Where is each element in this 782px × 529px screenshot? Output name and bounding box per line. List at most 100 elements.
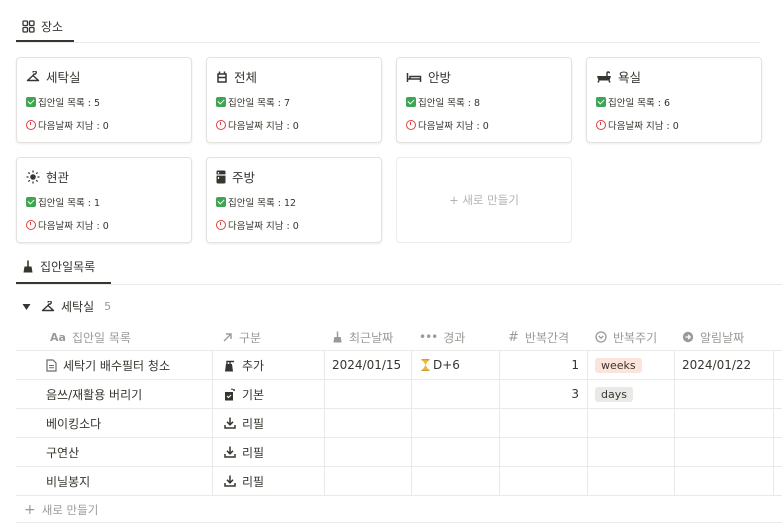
table-row-type[interactable]: 리필 [224, 414, 264, 432]
card-task-count: 집안일 목록 : 1 [38, 198, 101, 209]
group-header[interactable]: 세탁실 5 [22, 298, 111, 315]
col-header-name[interactable]: Aa 집안일 목록 [50, 327, 131, 347]
task-interval[interactable]: 1 [507, 356, 579, 374]
table-bottom-divider [16, 522, 782, 523]
task-name[interactable]: 구연산 [46, 443, 79, 461]
new-row-button[interactable]: + 새로 만들기 [24, 502, 98, 518]
task-name[interactable]: 음쓰/재활용 버리기 [46, 385, 142, 403]
task-elapsed: D+6 [433, 358, 460, 372]
task-name[interactable]: 비닐봉지 [46, 472, 90, 490]
tab-places[interactable]: 장소 [22, 18, 63, 35]
download-icon [224, 475, 236, 487]
broom-icon [23, 260, 33, 273]
card-laundry[interactable]: 세탁실 집안일 목록 : 5 다음날짜 지남 : 0 [16, 57, 192, 143]
row-divider [16, 466, 782, 467]
col-header-cycle-label: 반복주기 [613, 330, 658, 345]
gallery-icon [22, 20, 35, 33]
download-icon [224, 417, 236, 429]
task-alert-date[interactable]: 2024/01/22 [682, 356, 751, 374]
task-type: 리필 [242, 416, 265, 431]
table-row-type[interactable]: 리필 [224, 472, 264, 490]
hanger-icon [26, 70, 40, 81]
sun-icon [26, 170, 40, 183]
more-dots-icon: ••• [419, 330, 438, 344]
col-header-alert-date[interactable]: 알림날짜 [682, 327, 744, 347]
row-divider [16, 437, 782, 438]
col-divider [587, 350, 588, 495]
tasks-divider [16, 284, 782, 285]
card-overdue: 다음날짜 지남 : 0 [228, 221, 299, 232]
col-header-interval[interactable]: # 반복간격 [508, 327, 569, 347]
hanger-icon [41, 300, 55, 311]
places-divider [16, 42, 760, 43]
number-icon: # [508, 329, 519, 345]
col-header-cycle[interactable]: 반복주기 [595, 327, 657, 347]
tab-tasks[interactable]: 집안일목록 [22, 258, 95, 275]
checkbox-icon [216, 97, 226, 107]
col-divider [674, 350, 675, 495]
card-entrance[interactable]: 현관 집안일 목록 : 1 다음날짜 지남 : 0 [16, 157, 192, 243]
table-row-cycle[interactable]: weeks [595, 356, 642, 374]
card-task-count: 집안일 목록 : 5 [38, 98, 101, 109]
table-row-type[interactable]: 리필 [224, 443, 264, 461]
alarm-clock-icon [216, 220, 226, 230]
card-title-label: 주방 [232, 170, 256, 185]
hourglass-icon [421, 359, 430, 371]
new-card-button[interactable]: + 새로 만들기 [396, 157, 572, 243]
row-divider [16, 495, 782, 496]
card-task-count: 집안일 목록 : 12 [228, 198, 297, 209]
task-interval[interactable]: 3 [507, 385, 579, 403]
col-header-elapsed[interactable]: ••• 경과 [419, 327, 465, 347]
card-overdue: 다음날짜 지남 : 0 [228, 121, 299, 132]
card-task-count: 집안일 목록 : 7 [228, 98, 291, 109]
table-row-type[interactable]: 추가 [224, 356, 264, 374]
checkbox-icon [26, 97, 36, 107]
card-task-count: 집안일 목록 : 6 [608, 98, 671, 109]
checkbox-icon [216, 197, 226, 207]
card-bedroom[interactable]: 안방 집안일 목록 : 8 다음날짜 지남 : 0 [396, 57, 572, 143]
bathtub-icon [597, 70, 611, 83]
col-divider [324, 350, 325, 495]
col-header-alert-date-label: 알림날짜 [700, 330, 745, 345]
col-divider [411, 350, 412, 495]
task-name[interactable]: 베이킹소다 [46, 414, 101, 432]
alarm-clock-icon [26, 220, 36, 230]
table-row-type[interactable]: 기본 [224, 385, 264, 403]
download-icon [224, 446, 236, 458]
task-name: 세탁기 배수필터 청소 [63, 358, 170, 373]
card-all[interactable]: 전체 집안일 목록 : 7 다음날짜 지남 : 0 [206, 57, 382, 143]
building-icon [217, 71, 227, 83]
card-title-label: 전체 [234, 70, 258, 85]
card-bathroom[interactable]: 욕실 집안일 목록 : 6 다음날짜 지남 : 0 [586, 57, 762, 143]
bin-icon [225, 387, 235, 400]
cycle-pill: days [595, 386, 633, 402]
col-header-last-date-label: 최근날짜 [349, 330, 394, 345]
col-divider [499, 350, 500, 495]
new-row-label: 새로 만들기 [41, 503, 99, 517]
card-kitchen[interactable]: 주방 집안일 목록 : 12 다음날짜 지남 : 0 [206, 157, 382, 243]
new-card-label: + 새로 만들기 [449, 193, 519, 207]
col-divider [773, 350, 774, 495]
checkbox-icon [406, 97, 416, 107]
formula-arrow-icon [682, 331, 694, 343]
col-header-type[interactable]: 구분 [222, 327, 261, 347]
alarm-clock-icon [406, 120, 416, 130]
card-overdue: 다음날짜 지남 : 0 [418, 121, 489, 132]
col-header-elapsed-label: 경과 [443, 330, 466, 345]
table-row-elapsed[interactable]: D+6 [421, 356, 460, 374]
card-overdue: 다음날짜 지남 : 0 [38, 121, 109, 132]
card-overdue: 다음날짜 지남 : 0 [38, 221, 109, 232]
col-header-last-date[interactable]: 최근날짜 [332, 327, 393, 347]
row-divider [16, 408, 782, 409]
caret-down-icon[interactable] [22, 303, 31, 311]
bed-icon [406, 72, 422, 82]
tab-places-label: 장소 [41, 20, 64, 34]
plus-icon: + [24, 502, 36, 518]
task-last-date[interactable]: 2024/01/15 [332, 356, 401, 374]
table-row-name[interactable]: 세탁기 배수필터 청소 [46, 356, 170, 374]
task-type: 추가 [242, 358, 265, 373]
alarm-clock-icon [216, 120, 226, 130]
table-row-cycle[interactable]: days [595, 385, 633, 403]
card-title-label: 세탁실 [46, 70, 81, 85]
alarm-clock-icon [26, 120, 36, 130]
